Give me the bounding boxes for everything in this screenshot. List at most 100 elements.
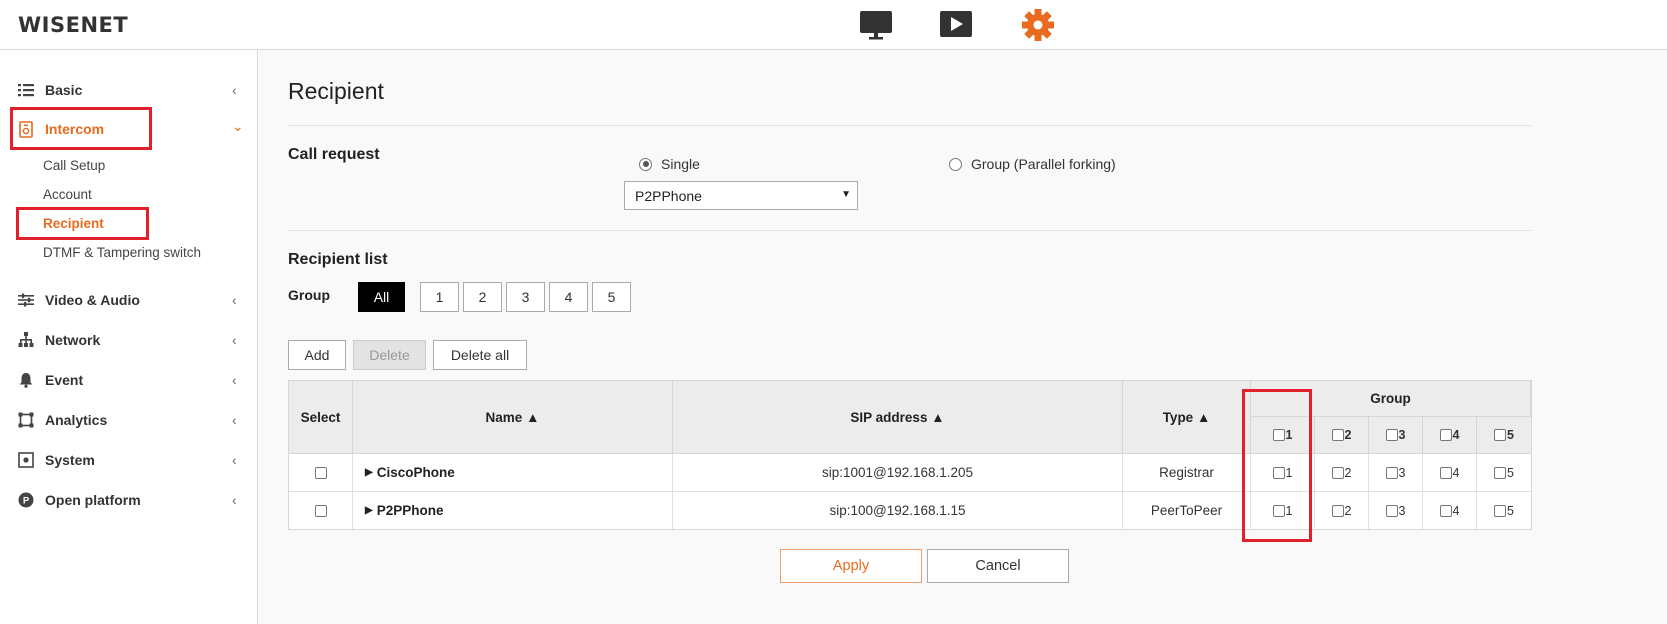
checkbox[interactable]	[1439, 504, 1452, 517]
sidebar-item-basic[interactable]: Basic ‹	[0, 75, 258, 105]
group-header-1[interactable]: 1	[1251, 417, 1315, 454]
group-tab-5[interactable]: 5	[592, 282, 631, 312]
table-row-group-5[interactable]: 5	[1477, 454, 1531, 492]
sidebar-item-analytics[interactable]: Analytics ‹	[0, 405, 258, 435]
group-tab-4[interactable]: 4	[549, 282, 588, 312]
checkbox[interactable]	[1331, 466, 1344, 479]
column-header-group: Group	[1251, 381, 1531, 417]
cancel-button[interactable]: Cancel	[927, 549, 1069, 583]
checkbox[interactable]	[1272, 466, 1285, 479]
column-header-select: Select	[289, 381, 353, 454]
sidebar-subitem-call-setup[interactable]: Call Setup	[43, 158, 105, 173]
column-header-sip[interactable]: SIP address ▲	[673, 381, 1123, 454]
group-header-5[interactable]: 5	[1477, 417, 1531, 454]
page-title: Recipient	[288, 78, 384, 104]
checkbox[interactable]	[1439, 429, 1452, 441]
intercom-icon	[17, 120, 35, 138]
checkbox[interactable]	[1385, 429, 1398, 441]
group-tab-1[interactable]: 1	[420, 282, 459, 312]
checkbox[interactable]	[1272, 504, 1285, 517]
table-row-select[interactable]	[289, 492, 353, 529]
table-row-name[interactable]: ▶ P2PPhone	[353, 492, 673, 529]
sidebar-item-label: Network	[45, 332, 101, 348]
table-row-group-2[interactable]: 2	[1315, 454, 1369, 492]
single-radio-label: Single	[661, 156, 700, 172]
column-header-type[interactable]: Type ▲	[1123, 381, 1251, 454]
radio-selected-icon[interactable]	[639, 157, 652, 171]
sidebar-item-intercom[interactable]: Intercom ⌄	[0, 114, 258, 144]
bell-icon	[17, 371, 35, 389]
group-header-4[interactable]: 4	[1423, 417, 1477, 454]
phone-select[interactable]: P2PPhone ▼	[624, 181, 858, 210]
delete-button[interactable]: Delete	[353, 340, 426, 370]
sidebar-item-label: Analytics	[45, 412, 108, 428]
sidebar-subitem-account[interactable]: Account	[43, 187, 92, 202]
sidebar-item-video-audio[interactable]: Video & Audio ‹	[0, 285, 258, 315]
delete-all-button[interactable]: Delete all	[433, 340, 527, 370]
table-row-group-2[interactable]: 2	[1315, 492, 1369, 529]
apply-button[interactable]: Apply	[780, 549, 922, 583]
table-row-group-4[interactable]: 4	[1423, 454, 1477, 492]
checkbox[interactable]	[1494, 429, 1507, 441]
checkbox[interactable]	[314, 504, 327, 517]
sidebar-item-system[interactable]: System ‹	[0, 445, 258, 475]
sidebar: Basic ‹ Intercom ⌄ Call Setup Account Re…	[0, 50, 258, 624]
sliders-icon	[17, 291, 35, 309]
checkbox[interactable]	[1494, 466, 1507, 479]
wisenet-logo: WISENET	[18, 13, 129, 37]
divider	[288, 230, 1532, 231]
checkbox[interactable]	[1272, 429, 1285, 441]
group-header-3[interactable]: 3	[1369, 417, 1423, 454]
chevron-down-icon: ⌄	[232, 118, 244, 134]
add-button[interactable]: Add	[288, 340, 346, 370]
checkbox[interactable]	[1385, 466, 1398, 479]
expand-triangle-icon[interactable]: ▶	[365, 467, 373, 478]
checkbox[interactable]	[1439, 466, 1452, 479]
expand-triangle-icon[interactable]: ▶	[365, 505, 373, 516]
sidebar-subitem-recipient[interactable]: Recipient	[43, 216, 104, 231]
sidebar-item-label: Intercom	[45, 121, 105, 137]
column-header-name[interactable]: Name ▲	[353, 381, 673, 454]
table-row-select[interactable]	[289, 454, 353, 492]
table-row-group-3[interactable]: 3	[1369, 454, 1423, 492]
chevron-left-icon: ‹	[232, 332, 237, 348]
checkbox[interactable]	[1494, 504, 1507, 517]
checkbox[interactable]	[1385, 504, 1398, 517]
group-filter-label: Group	[288, 287, 330, 303]
playback-icon[interactable]	[938, 8, 974, 42]
recipient-list-label: Recipient list	[288, 251, 388, 268]
group-parallel-radio[interactable]: Group (Parallel forking)	[949, 156, 1116, 172]
chevron-left-icon: ‹	[232, 492, 237, 508]
group-tab-3[interactable]: 3	[506, 282, 545, 312]
network-icon	[17, 331, 35, 349]
chevron-left-icon: ‹	[232, 372, 237, 388]
radio-unselected-icon[interactable]	[949, 157, 962, 171]
recipient-table: Select Name ▲ SIP address ▲ Type ▲ Group…	[288, 380, 1532, 530]
sidebar-subitem-dtmf-tampering[interactable]: DTMF & Tampering switch	[43, 245, 201, 260]
table-row-sip: sip:100@192.168.1.15	[673, 492, 1123, 529]
table-row-group-5[interactable]: 5	[1477, 492, 1531, 529]
sidebar-item-event[interactable]: Event ‹	[0, 365, 258, 395]
checkbox[interactable]	[1331, 504, 1344, 517]
group-tab-2[interactable]: 2	[463, 282, 502, 312]
open-platform-icon: P	[17, 491, 35, 509]
monitor-icon[interactable]	[858, 8, 894, 42]
table-row-group-1[interactable]: 1	[1251, 454, 1315, 492]
chevron-left-icon: ‹	[232, 292, 237, 308]
sidebar-item-network[interactable]: Network ‹	[0, 325, 258, 355]
table-row-group-1[interactable]: 1	[1251, 492, 1315, 529]
chevron-left-icon: ‹	[232, 412, 237, 428]
settings-gear-icon[interactable]	[1020, 8, 1056, 42]
table-row-group-4[interactable]: 4	[1423, 492, 1477, 529]
sidebar-item-label: Open platform	[45, 492, 141, 508]
table-row-type: PeerToPeer	[1123, 492, 1251, 529]
sidebar-item-open-platform[interactable]: P Open platform ‹	[0, 485, 258, 515]
table-row-group-3[interactable]: 3	[1369, 492, 1423, 529]
single-radio[interactable]: Single	[639, 156, 700, 172]
checkbox[interactable]	[1331, 429, 1344, 441]
group-tab-all[interactable]: All	[358, 282, 405, 312]
analytics-frame-icon	[17, 411, 35, 429]
group-header-2[interactable]: 2	[1315, 417, 1369, 454]
checkbox[interactable]	[314, 466, 327, 479]
table-row-name[interactable]: ▶ CiscoPhone	[353, 454, 673, 492]
